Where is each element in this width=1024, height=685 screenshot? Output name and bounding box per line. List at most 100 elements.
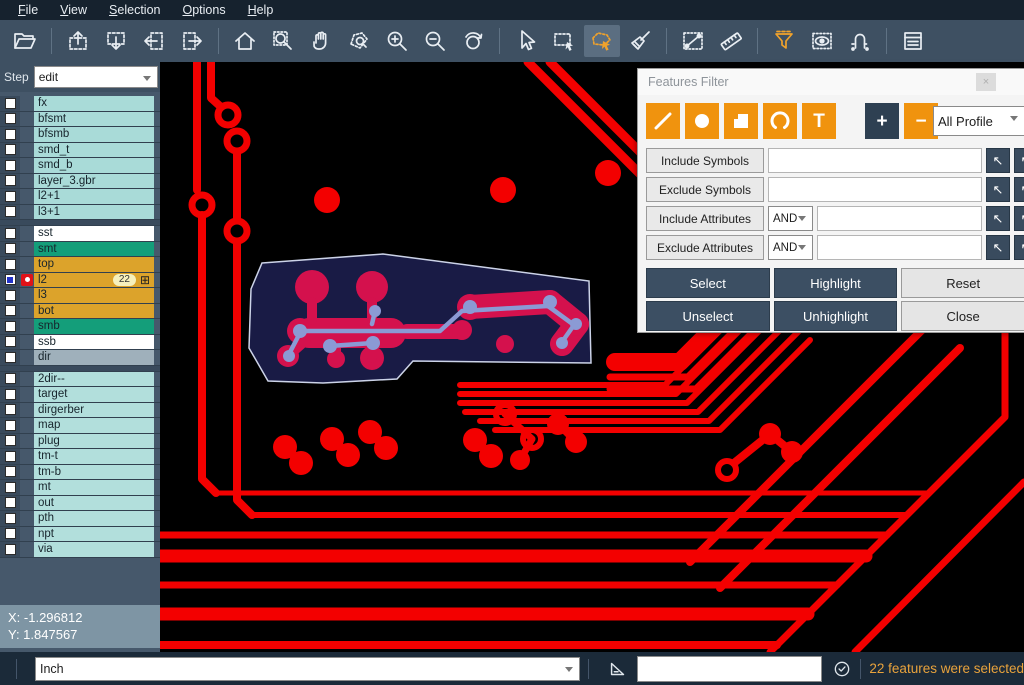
layer-visibility-checkbox[interactable]: [5, 389, 16, 400]
layer-name[interactable]: smt: [34, 242, 154, 257]
home-view-button[interactable]: [227, 25, 263, 57]
layer-visibility-checkbox[interactable]: [5, 206, 16, 217]
menu-file[interactable]: File: [8, 1, 48, 19]
snap-button[interactable]: [842, 25, 878, 57]
zoom-in-button[interactable]: [379, 25, 415, 57]
layer-name[interactable]: ssb: [34, 335, 154, 350]
layer-name[interactable]: mt: [34, 480, 154, 495]
exclude-symbols-input[interactable]: [768, 177, 982, 202]
unit-select[interactable]: Inch: [35, 657, 580, 681]
layer-visibility-checkbox[interactable]: [5, 466, 16, 477]
reset-button[interactable]: Reset: [901, 268, 1024, 298]
zoom-area-button[interactable]: [265, 25, 301, 57]
layer-visibility-checkbox[interactable]: [5, 352, 16, 363]
layer-visibility-checkbox[interactable]: [5, 228, 16, 239]
include-symbols-input[interactable]: [768, 148, 982, 173]
layer-name[interactable]: out: [34, 496, 154, 511]
layers-panel-button[interactable]: [895, 25, 931, 57]
layer-visibility-checkbox[interactable]: [5, 321, 16, 332]
layer-name[interactable]: plug: [34, 434, 154, 449]
profile-select[interactable]: All Profile: [933, 106, 1024, 136]
pick-symbol-button[interactable]: ↖: [986, 177, 1010, 202]
dialog-title-bar[interactable]: Features Filter ×: [638, 69, 1024, 95]
exclude-symbols-button[interactable]: Exclude Symbols: [646, 177, 764, 202]
unhighlight-button[interactable]: Unhighlight: [774, 301, 898, 331]
pan-button[interactable]: [303, 25, 339, 57]
select-button[interactable]: Select: [646, 268, 770, 298]
layer-visibility-checkbox[interactable]: [5, 129, 16, 140]
pointer-select-button[interactable]: [508, 25, 544, 57]
layer-visibility-checkbox[interactable]: [5, 305, 16, 316]
exclude-attributes-button[interactable]: Exclude Attributes: [646, 235, 764, 260]
layer-name[interactable]: tm-t: [34, 449, 154, 464]
layer-visibility-checkbox[interactable]: [5, 144, 16, 155]
filter-line-button[interactable]: [646, 103, 680, 139]
layer-visibility-checkbox[interactable]: [5, 243, 16, 254]
layer-name[interactable]: dir: [34, 350, 154, 365]
filter-add-button[interactable]: +: [865, 103, 899, 139]
layer-visibility-checkbox[interactable]: [5, 160, 16, 171]
layer-name[interactable]: l3+1: [34, 205, 154, 220]
include-attributes-input[interactable]: [817, 206, 982, 231]
layer-visibility-checkbox[interactable]: [5, 404, 16, 415]
import-up-button[interactable]: [60, 25, 96, 57]
layer-name[interactable]: 2dir--: [34, 372, 154, 387]
layer-name[interactable]: l3: [34, 288, 154, 303]
menu-help[interactable]: Help: [238, 1, 284, 19]
close-button[interactable]: Close: [901, 301, 1024, 331]
exclude-attributes-input[interactable]: [817, 235, 982, 260]
selection-region[interactable]: [249, 254, 591, 383]
layer-visibility-checkbox[interactable]: [5, 451, 16, 462]
menu-options[interactable]: Options: [172, 1, 235, 19]
layer-visibility-checkbox[interactable]: [5, 259, 16, 270]
zoom-out-button[interactable]: [417, 25, 453, 57]
pick-symbol-button[interactable]: ↖: [986, 148, 1010, 173]
exclude-attributes-logic-select[interactable]: AND: [768, 235, 813, 260]
layer-visibility-checkbox[interactable]: [5, 290, 16, 301]
layer-visibility-checkbox[interactable]: [5, 336, 16, 347]
pick-add-attribute-button[interactable]: ↖+: [1014, 206, 1024, 231]
layer-visibility-checkbox[interactable]: [5, 113, 16, 124]
layer-visibility-checkbox[interactable]: [5, 435, 16, 446]
layer-visibility-checkbox[interactable]: [5, 191, 16, 202]
import-left-button[interactable]: [136, 25, 172, 57]
layer-visibility-checkbox[interactable]: [5, 544, 16, 555]
layer-visibility-checkbox[interactable]: [5, 98, 16, 109]
layer-name[interactable]: target: [34, 387, 154, 402]
layer-name[interactable]: pth: [34, 511, 154, 526]
grid-icon[interactable]: ⊞: [140, 273, 150, 287]
include-attributes-logic-select[interactable]: AND: [768, 206, 813, 231]
dialog-close-button[interactable]: ×: [976, 73, 996, 91]
step-select[interactable]: edit: [34, 66, 158, 88]
layer-visibility-checkbox[interactable]: [5, 274, 16, 285]
include-attributes-button[interactable]: Include Attributes: [646, 206, 764, 231]
layer-visibility-checkbox[interactable]: [5, 420, 16, 431]
zoom-previous-button[interactable]: [455, 25, 491, 57]
unselect-button[interactable]: Unselect: [646, 301, 770, 331]
include-symbols-button[interactable]: Include Symbols: [646, 148, 764, 173]
layer-name[interactable]: via: [34, 542, 154, 557]
filter-surface-button[interactable]: [724, 103, 758, 139]
polygon-select-button[interactable]: [584, 25, 620, 57]
measure-points-button[interactable]: [675, 25, 711, 57]
layer-visibility-checkbox[interactable]: [5, 373, 16, 384]
layer-name[interactable]: top: [34, 257, 154, 272]
pick-attribute-button[interactable]: ↖: [986, 206, 1010, 231]
layer-visibility-checkbox[interactable]: [5, 175, 16, 186]
import-right-button[interactable]: [174, 25, 210, 57]
layer-name[interactable]: smd_b: [34, 158, 154, 173]
layer-name[interactable]: layer_3.gbr: [34, 174, 154, 189]
menu-view[interactable]: View: [50, 1, 97, 19]
layer-name[interactable]: sst: [34, 226, 154, 241]
layer-name[interactable]: fx: [34, 96, 154, 111]
layer-name[interactable]: smd_t: [34, 143, 154, 158]
snap-angle-button[interactable]: [607, 658, 629, 680]
command-input[interactable]: [637, 656, 822, 682]
layer-visibility-checkbox[interactable]: [5, 497, 16, 508]
layer-name[interactable]: npt: [34, 527, 154, 542]
layer-name[interactable]: bot: [34, 304, 154, 319]
layer-name[interactable]: dirgerber: [34, 403, 154, 418]
menu-selection[interactable]: Selection: [99, 1, 170, 19]
file-open-button[interactable]: [7, 25, 43, 57]
view-options-button[interactable]: [804, 25, 840, 57]
